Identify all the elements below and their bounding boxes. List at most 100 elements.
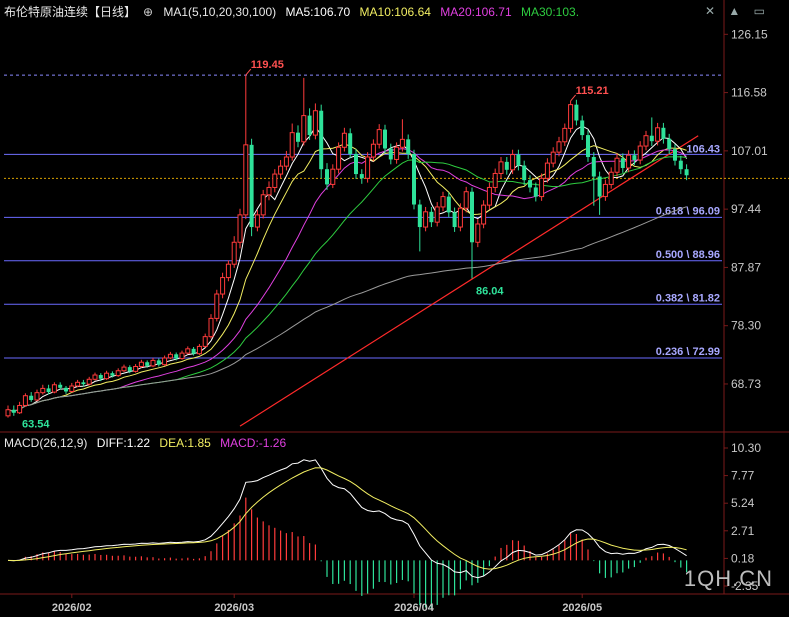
price-y-axis: 126.15 116.58 107.01 97.44 87.87 78.30 68.73 [724,27,768,391]
candle [179,350,185,360]
candle [301,77,307,146]
candle-body [191,348,196,354]
ma10-line [7,143,687,412]
candle [376,124,382,149]
ma20-line [7,148,687,412]
candle-body [174,354,179,359]
candle-body [394,146,400,160]
ma100-line [7,206,687,412]
candle-body [81,382,86,385]
candle [510,149,516,175]
candle-body [684,169,689,176]
x-tick-label: 2026/05 [562,602,602,614]
candle [550,147,556,168]
candle-body [225,263,231,279]
candle [104,370,110,380]
candle [5,405,11,418]
candle-body [667,138,672,150]
macd-y-tick-label: 10.30 [731,441,761,455]
candle-body [492,172,498,188]
fibonacci-levels: 0.618 \ 96.09 0.500 \ 88.96 0.382 \ 81.82 0… [4,205,722,359]
candle-body [266,186,272,196]
candle-body [475,223,481,243]
candle-body [196,345,202,355]
period-label[interactable]: 【日线】 [88,5,136,19]
candle [51,382,57,394]
candle [370,139,376,162]
candle [289,123,295,161]
candle-body [34,392,40,401]
candle [359,169,364,184]
watermark-text: 1QH.CN [683,566,773,591]
candle [162,355,168,366]
candle [522,160,527,186]
panel-controls: ✕ ▲ ▭ [695,4,765,18]
candle-body [17,404,23,414]
candle [69,382,75,393]
candle [429,206,434,228]
candle-body [5,409,11,417]
fib-label: 0.500 \ 88.96 [656,249,720,261]
high-annotation: 119.45 [251,59,284,71]
candle-body [632,155,637,161]
candle-body [522,165,527,181]
dea-line [7,467,687,570]
candle [365,152,371,183]
candle [486,182,492,210]
candle-body [620,158,625,168]
candle [463,186,469,213]
ma-indicator-label[interactable]: MA1(5,10,20,30,100) [163,5,276,19]
candle [580,115,585,140]
candle-body [423,211,429,228]
chevron-up-icon[interactable]: ▲ [728,4,740,18]
close-icon[interactable]: ✕ [705,4,715,18]
candle [574,99,579,126]
candle-body [516,154,521,166]
last-price-annotation: 106.43 [686,143,720,155]
candle-body [272,173,278,188]
candle [452,207,457,232]
minimize-icon[interactable]: ▭ [754,4,765,18]
candle [34,389,40,402]
candle-body [643,135,649,147]
candle [208,314,214,339]
candle-body [86,378,92,385]
macd-label[interactable]: MACD(26,12,9) [4,436,87,450]
candle [196,343,202,355]
moving-average-lines [7,125,688,412]
candle [86,376,92,386]
candle [614,153,620,177]
candle [220,272,226,299]
candle-body [254,214,260,228]
candle-body [249,144,254,228]
candle [266,181,272,201]
candle [597,171,602,215]
candle [312,103,318,140]
candle [156,358,161,367]
ma5-line [7,125,688,412]
candle [254,209,260,232]
candle-body [58,384,63,388]
y-tick-label: 126.15 [731,27,768,41]
candle-body [383,129,387,149]
candle-body [110,373,115,376]
candle-body [376,129,382,145]
candle [185,346,191,355]
candle-body [574,104,579,121]
candle-body [586,135,590,158]
candle [678,155,683,175]
candle [260,189,266,219]
target-icon[interactable]: ⊕ [142,4,154,20]
candle-body [115,370,121,377]
fib-label: 0.382 \ 81.82 [656,292,720,304]
candle [649,117,654,147]
candle [475,219,481,248]
candle-body [289,132,295,158]
candle [348,128,353,159]
candle [608,167,614,189]
macd-y-tick-label: 2.71 [731,524,755,538]
candle [632,150,637,165]
candle-body [359,174,364,179]
candle-body [307,115,312,136]
candle-body [602,183,608,198]
